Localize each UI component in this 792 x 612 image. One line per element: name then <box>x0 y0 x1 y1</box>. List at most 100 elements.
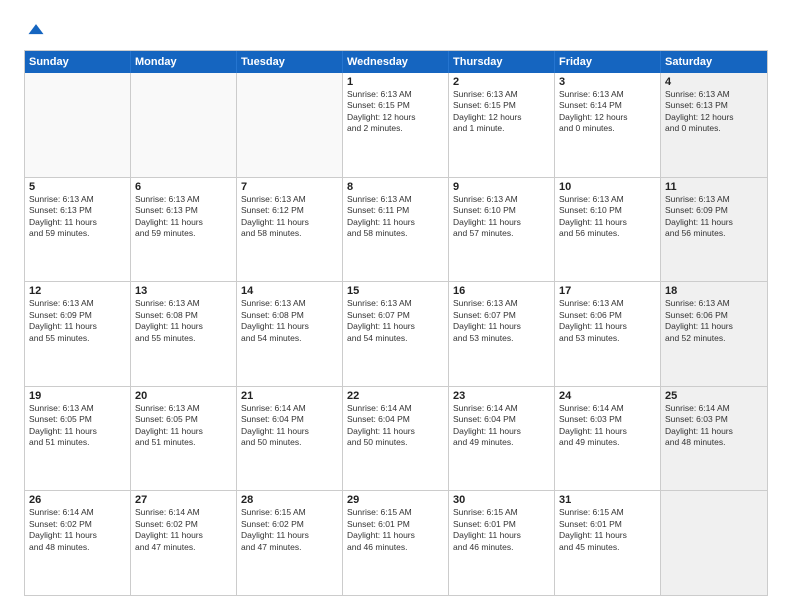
calendar-row: 5Sunrise: 6:13 AM Sunset: 6:13 PM Daylig… <box>25 177 767 282</box>
day-info: Sunrise: 6:13 AM Sunset: 6:13 PM Dayligh… <box>29 194 126 240</box>
calendar-row: 19 Sunrise: 6:13 AM Sunset: 6:05 PM Dayli… <box>25 386 767 491</box>
calendar-cell: 26Sunrise: 6:14 AM Sunset: 6:02 PM Dayli… <box>25 491 131 595</box>
day-info: Sunrise: 6:13 AM Sunset: 6:15 PM Dayligh… <box>453 89 550 135</box>
calendar-cell: 15Sunrise: 6:13 AM Sunset: 6:07 PM Dayli… <box>343 282 449 386</box>
day-info: Sunrise: 6:13 AM Sunset: 6:07 PM Dayligh… <box>453 298 550 344</box>
day-number: 11 <box>665 181 763 193</box>
weekday-header: Tuesday <box>237 51 343 73</box>
day-number: 24 <box>559 390 656 402</box>
calendar-body: 1 Sunrise: 6:13 AM Sunset: 6:15 PM Daylig… <box>25 73 767 595</box>
logo <box>24 20 46 40</box>
day-number: 20 <box>135 390 232 402</box>
day-info: Sunrise: 6:13 AM Sunset: 6:08 PM Dayligh… <box>135 298 232 344</box>
day-info: Sunrise: 6:14 AM Sunset: 6:04 PM Dayligh… <box>453 403 550 449</box>
day-number: 17 <box>559 285 656 297</box>
calendar-cell: 14Sunrise: 6:13 AM Sunset: 6:08 PM Dayli… <box>237 282 343 386</box>
day-number: 14 <box>241 285 338 297</box>
day-info: Sunrise: 6:13 AM Sunset: 6:06 PM Dayligh… <box>559 298 656 344</box>
weekday-header: Thursday <box>449 51 555 73</box>
day-number: 1 <box>347 76 444 88</box>
calendar-cell: 29Sunrise: 6:15 AM Sunset: 6:01 PM Dayli… <box>343 491 449 595</box>
day-info: Sunrise: 6:13 AM Sunset: 6:10 PM Dayligh… <box>559 194 656 240</box>
calendar-cell: 21Sunrise: 6:14 AM Sunset: 6:04 PM Dayli… <box>237 387 343 491</box>
calendar-cell: 30Sunrise: 6:15 AM Sunset: 6:01 PM Dayli… <box>449 491 555 595</box>
day-number: 18 <box>665 285 763 297</box>
calendar-cell: 8Sunrise: 6:13 AM Sunset: 6:11 PM Daylig… <box>343 178 449 282</box>
page: SundayMondayTuesdayWednesdayThursdayFrid… <box>0 0 792 612</box>
day-info: Sunrise: 6:13 AM Sunset: 6:14 PM Dayligh… <box>559 89 656 135</box>
day-number: 28 <box>241 494 338 506</box>
calendar-cell <box>131 73 237 177</box>
day-info: Sunrise: 6:13 AM Sunset: 6:05 PM Dayligh… <box>135 403 232 449</box>
calendar-cell: 23Sunrise: 6:14 AM Sunset: 6:04 PM Dayli… <box>449 387 555 491</box>
day-info: Sunrise: 6:13 AM Sunset: 6:10 PM Dayligh… <box>453 194 550 240</box>
day-number: 29 <box>347 494 444 506</box>
day-info: Sunrise: 6:15 AM Sunset: 6:01 PM Dayligh… <box>453 507 550 553</box>
day-number: 12 <box>29 285 126 297</box>
calendar-cell: 10Sunrise: 6:13 AM Sunset: 6:10 PM Dayli… <box>555 178 661 282</box>
weekday-header: Sunday <box>25 51 131 73</box>
calendar-cell: 20Sunrise: 6:13 AM Sunset: 6:05 PM Dayli… <box>131 387 237 491</box>
day-number: 30 <box>453 494 550 506</box>
day-info: Sunrise: 6:14 AM Sunset: 6:02 PM Dayligh… <box>135 507 232 553</box>
calendar-cell <box>661 491 767 595</box>
calendar-cell: 2Sunrise: 6:13 AM Sunset: 6:15 PM Daylig… <box>449 73 555 177</box>
weekday-header: Monday <box>131 51 237 73</box>
calendar-cell <box>237 73 343 177</box>
calendar-header: SundayMondayTuesdayWednesdayThursdayFrid… <box>25 51 767 73</box>
calendar-cell: 7Sunrise: 6:13 AM Sunset: 6:12 PM Daylig… <box>237 178 343 282</box>
day-number: 7 <box>241 181 338 193</box>
day-info: Sunrise: 6:13 AM Sunset: 6:13 PM Dayligh… <box>665 89 763 135</box>
calendar-cell: 4Sunrise: 6:13 AM Sunset: 6:13 PM Daylig… <box>661 73 767 177</box>
calendar-cell: 22Sunrise: 6:14 AM Sunset: 6:04 PM Dayli… <box>343 387 449 491</box>
calendar-cell: 18Sunrise: 6:13 AM Sunset: 6:06 PM Dayli… <box>661 282 767 386</box>
day-number: 15 <box>347 285 444 297</box>
day-info: Sunrise: 6:13 AM Sunset: 6:11 PM Dayligh… <box>347 194 444 240</box>
day-info: Sunrise: 6:13 AM Sunset: 6:09 PM Dayligh… <box>29 298 126 344</box>
calendar-cell <box>25 73 131 177</box>
day-info: Sunrise: 6:14 AM Sunset: 6:04 PM Dayligh… <box>241 403 338 449</box>
day-number: 9 <box>453 181 550 193</box>
calendar-cell: 12Sunrise: 6:13 AM Sunset: 6:09 PM Dayli… <box>25 282 131 386</box>
calendar-cell: 24Sunrise: 6:14 AM Sunset: 6:03 PM Dayli… <box>555 387 661 491</box>
calendar-cell: 17Sunrise: 6:13 AM Sunset: 6:06 PM Dayli… <box>555 282 661 386</box>
calendar-cell: 13Sunrise: 6:13 AM Sunset: 6:08 PM Dayli… <box>131 282 237 386</box>
header <box>24 20 768 40</box>
calendar-cell: 5Sunrise: 6:13 AM Sunset: 6:13 PM Daylig… <box>25 178 131 282</box>
day-number: 6 <box>135 181 232 193</box>
calendar-row: 1 Sunrise: 6:13 AM Sunset: 6:15 PM Daylig… <box>25 73 767 177</box>
day-number: 16 <box>453 285 550 297</box>
calendar-cell: 31Sunrise: 6:15 AM Sunset: 6:01 PM Dayli… <box>555 491 661 595</box>
day-number: 27 <box>135 494 232 506</box>
calendar-cell: 16Sunrise: 6:13 AM Sunset: 6:07 PM Dayli… <box>449 282 555 386</box>
calendar-row: 26Sunrise: 6:14 AM Sunset: 6:02 PM Dayli… <box>25 490 767 595</box>
logo-icon <box>26 20 46 40</box>
day-info: Sunrise: 6:13 AM Sunset: 6:12 PM Dayligh… <box>241 194 338 240</box>
day-number: 23 <box>453 390 550 402</box>
day-info: Sunrise: 6:15 AM Sunset: 6:01 PM Dayligh… <box>559 507 656 553</box>
weekday-header: Saturday <box>661 51 767 73</box>
day-number: 5 <box>29 181 126 193</box>
day-number: 4 <box>665 76 763 88</box>
calendar-row: 12Sunrise: 6:13 AM Sunset: 6:09 PM Dayli… <box>25 281 767 386</box>
day-info: Sunrise: 6:13 AM Sunset: 6:06 PM Dayligh… <box>665 298 763 344</box>
day-info: Sunrise: 6:15 AM Sunset: 6:01 PM Dayligh… <box>347 507 444 553</box>
day-info: Sunrise: 6:14 AM Sunset: 6:03 PM Dayligh… <box>559 403 656 449</box>
calendar-cell: 19Sunrise: 6:13 AM Sunset: 6:05 PM Dayli… <box>25 387 131 491</box>
day-info: Sunrise: 6:14 AM Sunset: 6:03 PM Dayligh… <box>665 403 763 449</box>
day-number: 8 <box>347 181 444 193</box>
day-info: Sunrise: 6:14 AM Sunset: 6:02 PM Dayligh… <box>29 507 126 553</box>
calendar-cell: 1Sunrise: 6:13 AM Sunset: 6:15 PM Daylig… <box>343 73 449 177</box>
day-number: 26 <box>29 494 126 506</box>
weekday-header: Wednesday <box>343 51 449 73</box>
day-number: 19 <box>29 390 126 402</box>
day-number: 21 <box>241 390 338 402</box>
calendar-cell: 11Sunrise: 6:13 AM Sunset: 6:09 PM Dayli… <box>661 178 767 282</box>
day-number: 22 <box>347 390 444 402</box>
day-number: 25 <box>665 390 763 402</box>
calendar-cell: 3Sunrise: 6:13 AM Sunset: 6:14 PM Daylig… <box>555 73 661 177</box>
calendar: SundayMondayTuesdayWednesdayThursdayFrid… <box>24 50 768 596</box>
calendar-cell: 27Sunrise: 6:14 AM Sunset: 6:02 PM Dayli… <box>131 491 237 595</box>
day-info: Sunrise: 6:13 AM Sunset: 6:08 PM Dayligh… <box>241 298 338 344</box>
day-info: Sunrise: 6:15 AM Sunset: 6:02 PM Dayligh… <box>241 507 338 553</box>
